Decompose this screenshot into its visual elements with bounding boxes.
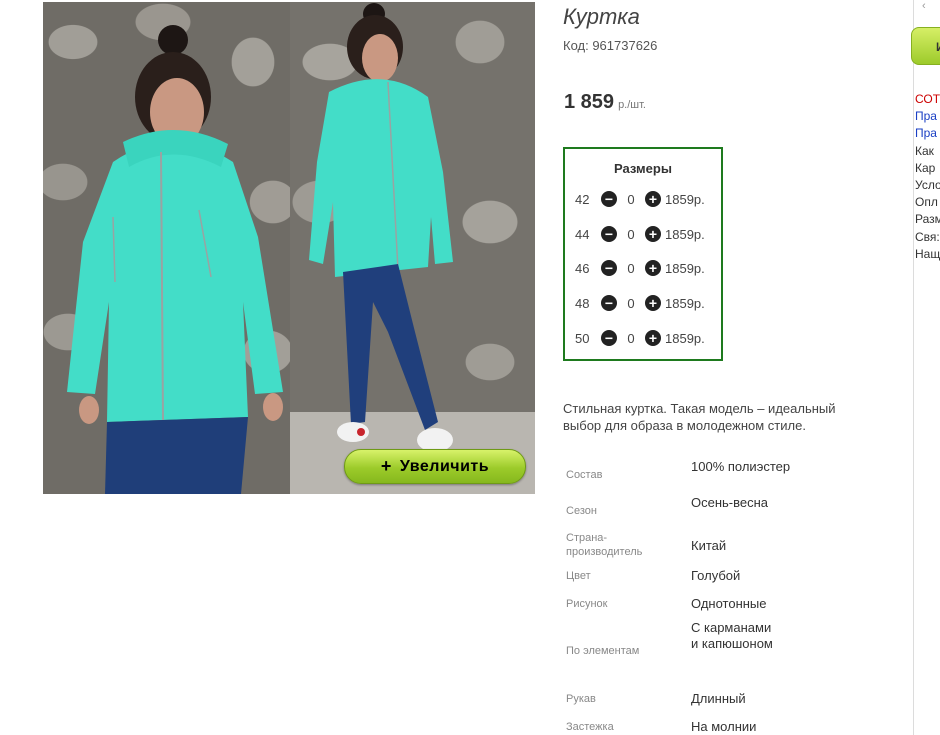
plus-icon[interactable]: + (645, 260, 661, 276)
sidebar-link[interactable]: Кар (915, 160, 940, 177)
spec-key: Рукав (566, 693, 596, 705)
spec-key: Сезон (566, 505, 597, 517)
size-quantity[interactable]: 0 (617, 227, 645, 242)
size-label: 46 (575, 260, 590, 276)
minus-icon[interactable]: − (601, 260, 617, 276)
size-row: 48 − 0 + 1859р. (575, 293, 705, 313)
spec-value: Осень-весна (691, 495, 769, 510)
size-label: 44 (575, 226, 590, 242)
size-price: 1859р. (665, 295, 705, 311)
minus-icon[interactable]: − (601, 191, 617, 207)
spec-value: На молнии (691, 719, 757, 734)
product-title: Куртка (563, 4, 640, 29)
sidebar-link[interactable]: Пра (915, 108, 940, 125)
sidebar-top-text: ‹ (922, 0, 926, 12)
minus-icon[interactable]: − (601, 295, 617, 311)
spec-key: Цвет (566, 570, 591, 582)
zoom-button[interactable]: + Увеличить (344, 449, 526, 484)
size-label: 48 (575, 295, 590, 311)
plus-icon[interactable]: + (645, 226, 661, 242)
size-price: 1859р. (665, 226, 705, 242)
spec-key: По элементам (566, 645, 640, 657)
plus-icon[interactable]: + (645, 330, 661, 346)
sidebar-action-button[interactable]: И (911, 27, 940, 65)
product-description: Стильная куртка. Такая модель – идеальны… (563, 401, 836, 433)
size-quantity[interactable]: 0 (617, 261, 645, 276)
model-left (67, 25, 283, 494)
size-quantity[interactable]: 0 (617, 192, 645, 207)
sidebar-link[interactable]: Усло (915, 177, 940, 194)
spec-value: Однотонные (691, 596, 767, 611)
plus-icon[interactable]: + (645, 191, 661, 207)
spec-value: Длинный (691, 691, 746, 706)
size-price: 1859р. (665, 191, 705, 207)
product-code: Код: 961737626 (563, 38, 658, 53)
product-photo[interactable]: + Увеличить (43, 2, 535, 494)
price-value: 1 859 (564, 91, 615, 113)
spec-key: Страна-производитель (566, 532, 643, 558)
size-price: 1859р. (665, 260, 705, 276)
sidebar-link[interactable]: Свя: (915, 229, 940, 246)
spec-value: Голубой (691, 568, 741, 583)
size-quantity[interactable]: 0 (617, 331, 645, 346)
spec-key: Рисунок (566, 598, 608, 610)
sidebar-link[interactable]: Разм (915, 211, 940, 228)
plus-icon: + (380, 456, 392, 476)
size-row: 42 − 0 + 1859р. (575, 189, 705, 209)
plus-icon[interactable]: + (645, 295, 661, 311)
sizes-title: Размеры (614, 161, 672, 176)
spec-key: Состав (566, 469, 603, 481)
model-figures (67, 3, 453, 494)
price-unit: р./шт. (618, 99, 646, 111)
minus-icon[interactable]: − (601, 330, 617, 346)
sidebar-divider (913, 0, 914, 735)
size-label: 42 (575, 191, 590, 207)
size-label: 50 (575, 330, 590, 346)
size-row: 46 − 0 + 1859р. (575, 258, 705, 278)
size-price: 1859р. (665, 330, 705, 346)
sidebar-link[interactable]: Нащ (915, 246, 940, 263)
spec-value: Китай (691, 538, 727, 553)
model-right (309, 3, 453, 452)
spec-value: С карманами и капюшоном (691, 620, 773, 651)
spec-key: Застежка (566, 721, 614, 733)
zoom-button-label: Увеличить (399, 457, 490, 475)
size-row: 50 − 0 + 1859р. (575, 328, 705, 348)
sidebar-link[interactable]: СОТ (915, 91, 940, 108)
size-row: 44 − 0 + 1859р. (575, 224, 705, 244)
sizes-box: Размеры 42 − 0 + 1859р. 44 − 0 + 1859р. … (563, 147, 723, 361)
minus-icon[interactable]: − (601, 226, 617, 242)
sidebar-link[interactable]: Как (915, 143, 940, 160)
sidebar-link[interactable]: Опл (915, 194, 940, 211)
sidebar-link[interactable]: Пра (915, 125, 940, 142)
spec-value: 100% полиэстер (691, 459, 791, 474)
sidebar-links: СОТ Пра Пра Как Кар Усло Опл Разм Свя: Н… (915, 91, 940, 263)
size-quantity[interactable]: 0 (617, 296, 645, 311)
product-price: 1 859 р./шт. (564, 91, 646, 114)
